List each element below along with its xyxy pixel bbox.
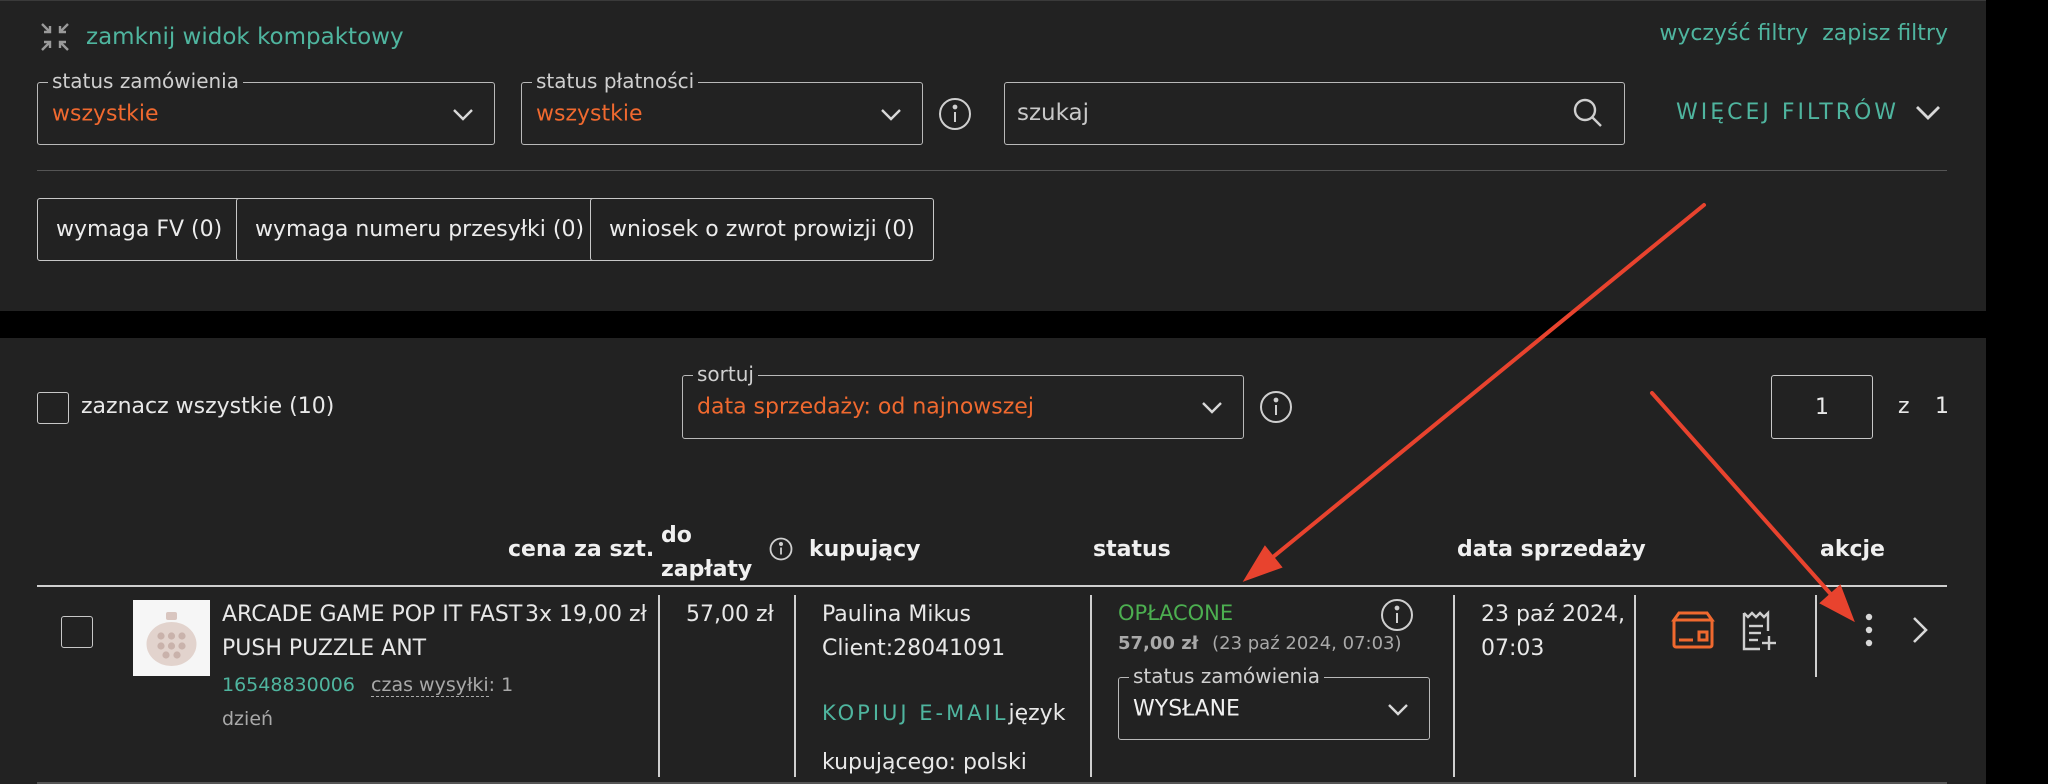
filter-panel: zamknij widok kompaktowy wyczyść filtry …: [0, 0, 1986, 311]
select-all-label: zaznacz wszystkie (10): [81, 394, 335, 419]
buyer-language-value: kupującego: polski: [822, 750, 1027, 775]
more-filters-label: WIĘCEJ FILTRÓW: [1676, 99, 1900, 125]
order-list-panel: zaznacz wszystkie (10) sortuj data sprze…: [0, 338, 1986, 784]
order-status-legend: status zamówienia: [48, 69, 243, 93]
shipment-box-icon[interactable]: [1670, 610, 1716, 650]
offer-id-link[interactable]: 16548830006: [222, 674, 355, 696]
language-label: język: [1008, 701, 1066, 726]
column-header-status: status: [1093, 537, 1171, 562]
chip-invoice-required[interactable]: wymaga FV (0): [37, 198, 242, 261]
more-filters-button[interactable]: WIĘCEJ FILTRÓW: [1676, 97, 1943, 127]
row-order-status-legend: status zamówienia: [1129, 664, 1324, 688]
column-header-to-pay: do zapłaty: [661, 519, 752, 587]
order-status-value: wszystkie: [52, 101, 159, 126]
info-icon[interactable]: [1380, 598, 1414, 632]
search-field[interactable]: [1004, 82, 1625, 145]
shipping-time-unit: dzień: [222, 708, 274, 730]
chevron-down-icon: [881, 108, 901, 121]
page-current: 1: [1815, 394, 1829, 420]
product-title-line2: PUSH PUZZLE ANT: [222, 636, 427, 661]
sale-date-line2: 07:03: [1481, 636, 1545, 661]
chevron-down-icon: [1916, 106, 1941, 120]
column-header-actions: akcje: [1820, 537, 1885, 562]
shipping-time-value: : 1: [488, 674, 514, 696]
info-icon[interactable]: [769, 537, 793, 561]
paid-amount: 57,00 zł: [1118, 633, 1199, 654]
payment-status-legend: status płatności: [532, 69, 699, 93]
row-order-status-value: WYSŁANE: [1133, 696, 1240, 721]
sale-date: 23 paź 2024, 07:03: [1481, 598, 1625, 666]
copy-email-button[interactable]: KOPIUJ E-MAIL: [822, 701, 1008, 725]
filter-links: wyczyść filtry zapisz filtry: [1659, 21, 1948, 46]
column-divider: [658, 595, 660, 777]
more-options-icon[interactable]: [1857, 610, 1881, 650]
close-compact-view-label: zamknij widok kompaktowy: [86, 24, 404, 50]
column-header-sale-date: data sprzedaży: [1457, 537, 1646, 562]
close-compact-view-button[interactable]: zamknij widok kompaktowy: [38, 19, 404, 55]
order-status-select[interactable]: status zamówienia wszystkie: [37, 69, 495, 145]
clear-filters-link[interactable]: wyczyść filtry: [1659, 21, 1808, 46]
collapse-icon: [41, 23, 69, 51]
search-input[interactable]: [1017, 95, 1547, 131]
chip-tracking-number-required[interactable]: wymaga numeru przesyłki (0): [236, 198, 604, 261]
paid-date: (23 paź 2024, 07:03): [1212, 633, 1402, 654]
page-total: 1: [1935, 394, 1949, 419]
payment-status-value: wszystkie: [536, 101, 643, 126]
payment-status-badge: OPŁACONE: [1118, 601, 1234, 625]
column-header-price: cena za szt.: [508, 537, 655, 562]
product-title-line1: ARCADE GAME POP IT FAST: [222, 602, 523, 627]
product-thumbnail[interactable]: [133, 600, 210, 676]
column-divider: [1634, 595, 1636, 777]
page-of-label: z: [1898, 394, 1910, 419]
select-all-checkbox[interactable]: [37, 392, 69, 424]
product-image: [146, 612, 197, 666]
payment-details: 57,00 zł (23 paź 2024, 07:03): [1118, 633, 1402, 654]
column-header-buyer: kupujący: [809, 537, 921, 562]
search-icon[interactable]: [1572, 97, 1604, 129]
to-pay-amount: 57,00 zł: [686, 602, 774, 627]
column-divider: [794, 595, 796, 777]
row-order-status-select[interactable]: status zamówienia WYSŁANE: [1118, 664, 1430, 740]
sort-value: data sprzedaży: od najnowszej: [697, 394, 1034, 420]
chevron-down-icon: [453, 108, 473, 121]
chip-commission-refund[interactable]: wniosek o zwrot prowizji (0): [590, 198, 934, 261]
chevron-right-icon[interactable]: [1907, 614, 1933, 646]
column-divider: [1815, 595, 1817, 677]
column-divider: [1090, 595, 1092, 777]
info-icon[interactable]: [1259, 390, 1293, 424]
buyer-language: KOPIUJ E-MAILjęzyk: [822, 696, 1065, 731]
unit-price: 3x 19,00 zł: [525, 602, 647, 627]
sort-select[interactable]: sortuj data sprzedaży: od najnowszej: [682, 362, 1244, 439]
sale-date-line1: 23 paź 2024,: [1481, 602, 1625, 627]
product-meta: 16548830006 czas wysyłki: 1 dzień: [222, 668, 513, 736]
column-header-to-pay-line1: do: [661, 523, 692, 548]
payment-status-select[interactable]: status płatności wszystkie: [521, 69, 923, 145]
chevron-down-icon: [1388, 703, 1408, 716]
product-title[interactable]: ARCADE GAME POP IT FAST PUSH PUZZLE ANT: [222, 598, 522, 666]
column-divider: [1453, 595, 1455, 777]
page-number-input[interactable]: 1: [1771, 375, 1873, 439]
client-id-link[interactable]: Client:28041091: [822, 632, 1005, 666]
column-header-to-pay-line2: zapłaty: [661, 557, 753, 582]
row-checkbox[interactable]: [61, 616, 93, 648]
shipping-time-label[interactable]: czas wysyłki: [371, 674, 489, 697]
info-icon[interactable]: [938, 97, 972, 131]
add-invoice-icon[interactable]: [1740, 609, 1778, 653]
divider: [37, 170, 1947, 171]
buyer-name: Paulina Mikus: [822, 602, 971, 627]
save-filters-link[interactable]: zapisz filtry: [1822, 21, 1948, 46]
chevron-down-icon: [1202, 402, 1222, 414]
sort-legend: sortuj: [693, 362, 758, 386]
table-row: ARCADE GAME POP IT FAST PUSH PUZZLE ANT …: [0, 587, 1986, 784]
